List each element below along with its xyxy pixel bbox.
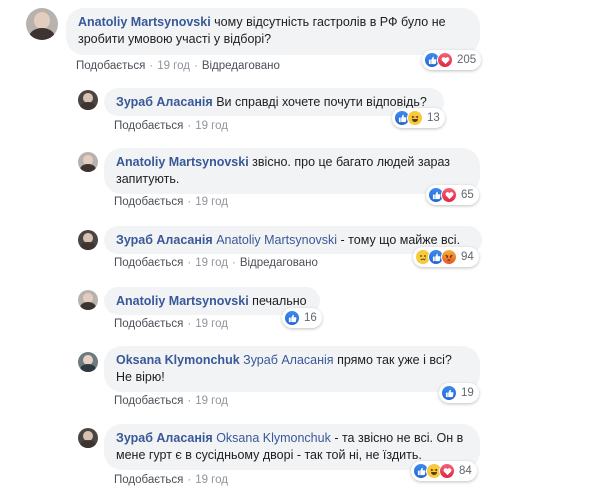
comment-actions: Подобається · 19 год [114, 318, 228, 330]
mention-link[interactable]: Oksana Klymonchuk [216, 431, 331, 445]
comment-author[interactable]: Зураб Аласанія [116, 233, 213, 247]
mention-link[interactable]: Anatoliy Martsynovski [216, 233, 337, 247]
timestamp[interactable]: 19 год [195, 318, 228, 330]
edited-label[interactable]: Відредаговано [202, 60, 280, 72]
love-icon [439, 463, 455, 479]
reaction-summary[interactable]: 205 [422, 50, 482, 70]
avatar[interactable] [78, 428, 98, 448]
avatar[interactable] [78, 290, 98, 310]
reaction-summary[interactable]: 13 [392, 108, 445, 128]
timestamp[interactable]: 19 год [195, 395, 228, 407]
avatar[interactable] [78, 352, 98, 372]
like-link[interactable]: Подобається [114, 257, 183, 269]
comment-author[interactable]: Зураб Аласанія [116, 431, 213, 445]
reaction-count: 16 [304, 312, 317, 324]
comment-author[interactable]: Anatoliy Martsynovski [116, 294, 249, 308]
like-link[interactable]: Подобається [76, 60, 145, 72]
reaction-summary[interactable]: 65 [426, 185, 479, 205]
reaction-summary[interactable]: 84 [411, 461, 477, 481]
comment-actions: Подобається · 19 год · Відредаговано [114, 257, 318, 269]
comment-bubble: Anatoliy Martsynovski чому відсутність г… [66, 8, 480, 55]
avatar[interactable] [26, 8, 58, 40]
comment-author[interactable]: Anatoliy Martsynovski [78, 15, 211, 29]
timestamp[interactable]: 19 год [195, 474, 228, 486]
like-icon [284, 310, 300, 326]
comment-text: печально [252, 294, 307, 308]
reaction-summary[interactable]: 16 [282, 308, 322, 328]
edited-label[interactable]: Відредаговано [240, 257, 318, 269]
comment-author[interactable]: Зураб Аласанія [116, 95, 213, 109]
reaction-count: 94 [461, 251, 474, 263]
comment-bubble: Anatoliy Martsynovski звісно. про це баг… [104, 148, 480, 194]
avatar[interactable] [78, 230, 98, 250]
love-icon [437, 52, 453, 68]
comment-actions: Подобається · 19 год [114, 196, 228, 208]
timestamp[interactable]: 19 год [195, 257, 228, 269]
like-icon [441, 385, 457, 401]
reaction-count: 65 [461, 189, 474, 201]
comment-author[interactable]: Anatoliy Martsynovski [116, 155, 249, 169]
like-link[interactable]: Подобається [114, 474, 183, 486]
timestamp[interactable]: 19 год [195, 196, 228, 208]
reaction-count: 205 [457, 54, 477, 66]
comment-actions: Подобається · 19 год [114, 474, 228, 486]
comment-author[interactable]: Oksana Klymonchuk [116, 353, 240, 367]
comment-actions: Подобається · 19 год · Відредаговано [76, 60, 280, 72]
reaction-count: 19 [461, 387, 474, 399]
avatar[interactable] [78, 152, 98, 172]
reaction-summary[interactable]: 94 [413, 247, 479, 267]
reaction-summary[interactable]: 19 [439, 383, 479, 403]
comment-actions: Подобається · 19 год [114, 395, 228, 407]
avatar[interactable] [78, 90, 98, 110]
like-link[interactable]: Подобається [114, 196, 183, 208]
like-link[interactable]: Подобається [114, 395, 183, 407]
like-link[interactable]: Подобається [114, 120, 183, 132]
mention-link[interactable]: Зураб Аласанія [243, 353, 333, 367]
haha-icon [407, 110, 423, 126]
comment-bubble: Oksana Klymonchuk Зураб Аласанія прямо т… [104, 346, 480, 392]
timestamp[interactable]: 19 год [157, 60, 190, 72]
reaction-count: 84 [459, 465, 472, 477]
comment-text: Ви справді хочете почути відповідь? [216, 95, 427, 109]
angry-icon [441, 249, 457, 265]
timestamp[interactable]: 19 год [195, 120, 228, 132]
love-icon [441, 187, 457, 203]
comment-text: - тому що майже всі. [340, 233, 461, 247]
reaction-count: 13 [427, 112, 440, 124]
like-link[interactable]: Подобається [114, 318, 183, 330]
comment-actions: Подобається · 19 год [114, 120, 228, 132]
